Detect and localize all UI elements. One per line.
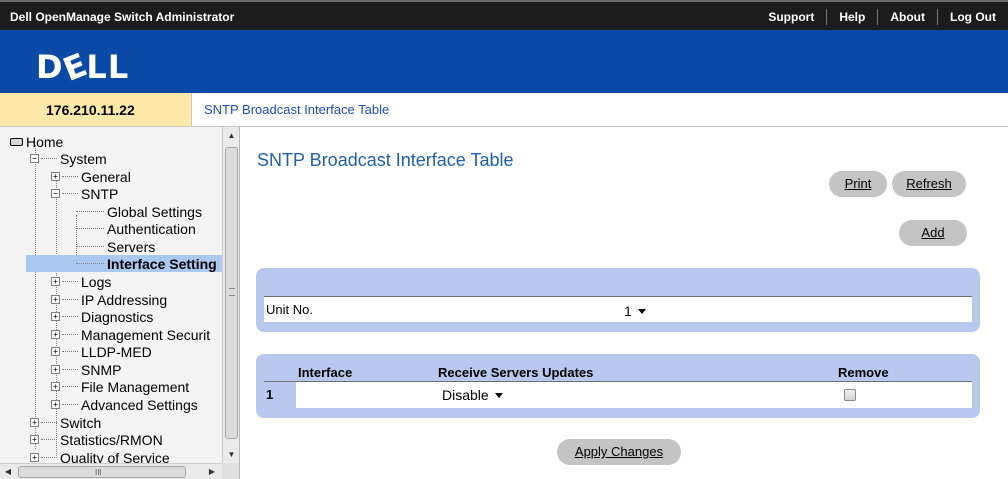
nav-item-management-security[interactable]: + Management Securit	[51, 326, 210, 343]
interface-table	[256, 354, 980, 418]
remove-checkbox[interactable]	[844, 389, 856, 401]
expand-icon[interactable]: +	[51, 347, 60, 356]
support-link[interactable]: Support	[756, 9, 826, 25]
nav-item-lldp-med[interactable]: + LLDP-MED	[51, 343, 152, 360]
nav-tree: Home − System + General − SNTP Global Se…	[0, 127, 222, 463]
page-title: SNTP Broadcast Interface Table	[257, 150, 514, 170]
header-interface: Interface	[298, 365, 353, 380]
top-bar: Dell OpenManage Switch Administrator Sup…	[0, 0, 1008, 30]
nav-item-snmp[interactable]: + SNMP	[51, 361, 121, 378]
scroll-up-icon[interactable]: ▲	[223, 127, 240, 144]
about-link[interactable]: About	[877, 9, 937, 25]
horizontal-scroll-thumb[interactable]: III	[18, 466, 186, 478]
expand-icon[interactable]: +	[51, 277, 60, 286]
vertical-scroll-thumb[interactable]	[225, 147, 238, 439]
apply-changes-button[interactable]: Apply Changes	[557, 439, 681, 465]
expand-icon[interactable]: +	[51, 330, 60, 339]
chevron-down-icon	[494, 392, 503, 398]
receive-updates-select[interactable]: Disable	[442, 386, 503, 404]
unit-panel	[256, 268, 980, 332]
collapse-icon[interactable]: −	[51, 189, 60, 198]
brand-banner: DELL	[0, 30, 1008, 93]
breadcrumb-current: SNTP Broadcast Interface Table	[204, 102, 390, 117]
nav-item-advanced-settings[interactable]: + Advanced Settings	[51, 396, 198, 413]
nav-item-ip-addressing[interactable]: + IP Addressing	[51, 291, 167, 308]
top-links: Support Help About Log Out	[756, 4, 1008, 30]
expand-icon[interactable]: +	[30, 453, 39, 462]
refresh-button[interactable]: Refresh	[892, 171, 966, 197]
expand-icon[interactable]: +	[30, 418, 39, 427]
scroll-left-icon[interactable]: ◀	[0, 464, 16, 479]
expand-icon[interactable]: +	[51, 295, 60, 304]
header-remove: Remove	[838, 365, 889, 380]
expand-icon[interactable]: +	[30, 435, 39, 444]
nav-item-statistics-rmon[interactable]: + Statistics/RMON	[30, 431, 163, 448]
dell-logo: DELL	[36, 45, 130, 89]
help-link[interactable]: Help	[826, 9, 877, 25]
scroll-right-icon[interactable]: ▶	[204, 464, 220, 479]
expand-icon[interactable]: +	[51, 172, 60, 181]
app-title: Dell OpenManage Switch Administrator	[10, 10, 235, 24]
expand-icon[interactable]: +	[51, 365, 60, 374]
expand-icon[interactable]: +	[51, 312, 60, 321]
expand-icon[interactable]: +	[51, 400, 60, 409]
sidebar: Home − System + General − SNTP Global Se…	[0, 127, 240, 479]
receive-updates-value: Disable	[442, 387, 489, 403]
nav-item-logs[interactable]: + Logs	[51, 273, 111, 290]
nav-item-home[interactable]: Home	[8, 133, 63, 150]
nav-item-authentication[interactable]: Authentication	[76, 220, 196, 237]
home-icon	[10, 137, 23, 146]
device-ip-box: 176.210.11.22	[0, 93, 192, 127]
scrollbar-corner	[222, 463, 239, 479]
nav-item-general[interactable]: + General	[51, 168, 131, 185]
scroll-down-icon[interactable]: ▼	[223, 446, 240, 463]
collapse-icon[interactable]: −	[30, 154, 39, 163]
logout-link[interactable]: Log Out	[937, 9, 1008, 25]
chevron-down-icon	[637, 308, 646, 314]
expand-icon[interactable]: +	[51, 382, 60, 391]
nav-item-switch[interactable]: + Switch	[30, 414, 101, 431]
sidebar-horizontal-scrollbar[interactable]: ◀ III ▶	[0, 463, 222, 479]
nav-item-system[interactable]: − System	[30, 150, 107, 167]
nav-item-global-settings[interactable]: Global Settings	[76, 203, 202, 220]
unit-select-value: 1	[624, 303, 632, 319]
nav-item-diagnostics[interactable]: + Diagnostics	[51, 308, 153, 325]
print-button[interactable]: Print	[829, 171, 887, 197]
add-button[interactable]: Add	[899, 220, 967, 246]
nav-item-file-management[interactable]: + File Management	[51, 378, 189, 395]
device-ip: 176.210.11.22	[46, 102, 135, 118]
sidebar-vertical-scrollbar[interactable]: ▲ ▼	[222, 127, 239, 463]
row-number: 1	[266, 387, 274, 402]
unit-select[interactable]: 1	[624, 302, 646, 320]
nav-item-sntp[interactable]: − SNTP	[51, 185, 118, 202]
header-receive-servers-updates: Receive Servers Updates	[438, 365, 594, 380]
nav-item-servers[interactable]: Servers	[76, 238, 155, 255]
nav-item-quality-of-service[interactable]: + Quality of Service	[30, 449, 170, 463]
unit-label: Unit No.	[266, 302, 313, 317]
nav-item-interface-settings[interactable]: Interface Setting	[26, 255, 222, 272]
breadcrumb: SNTP Broadcast Interface Table	[192, 93, 1008, 127]
app-window: Dell OpenManage Switch Administrator Sup…	[0, 0, 1008, 479]
